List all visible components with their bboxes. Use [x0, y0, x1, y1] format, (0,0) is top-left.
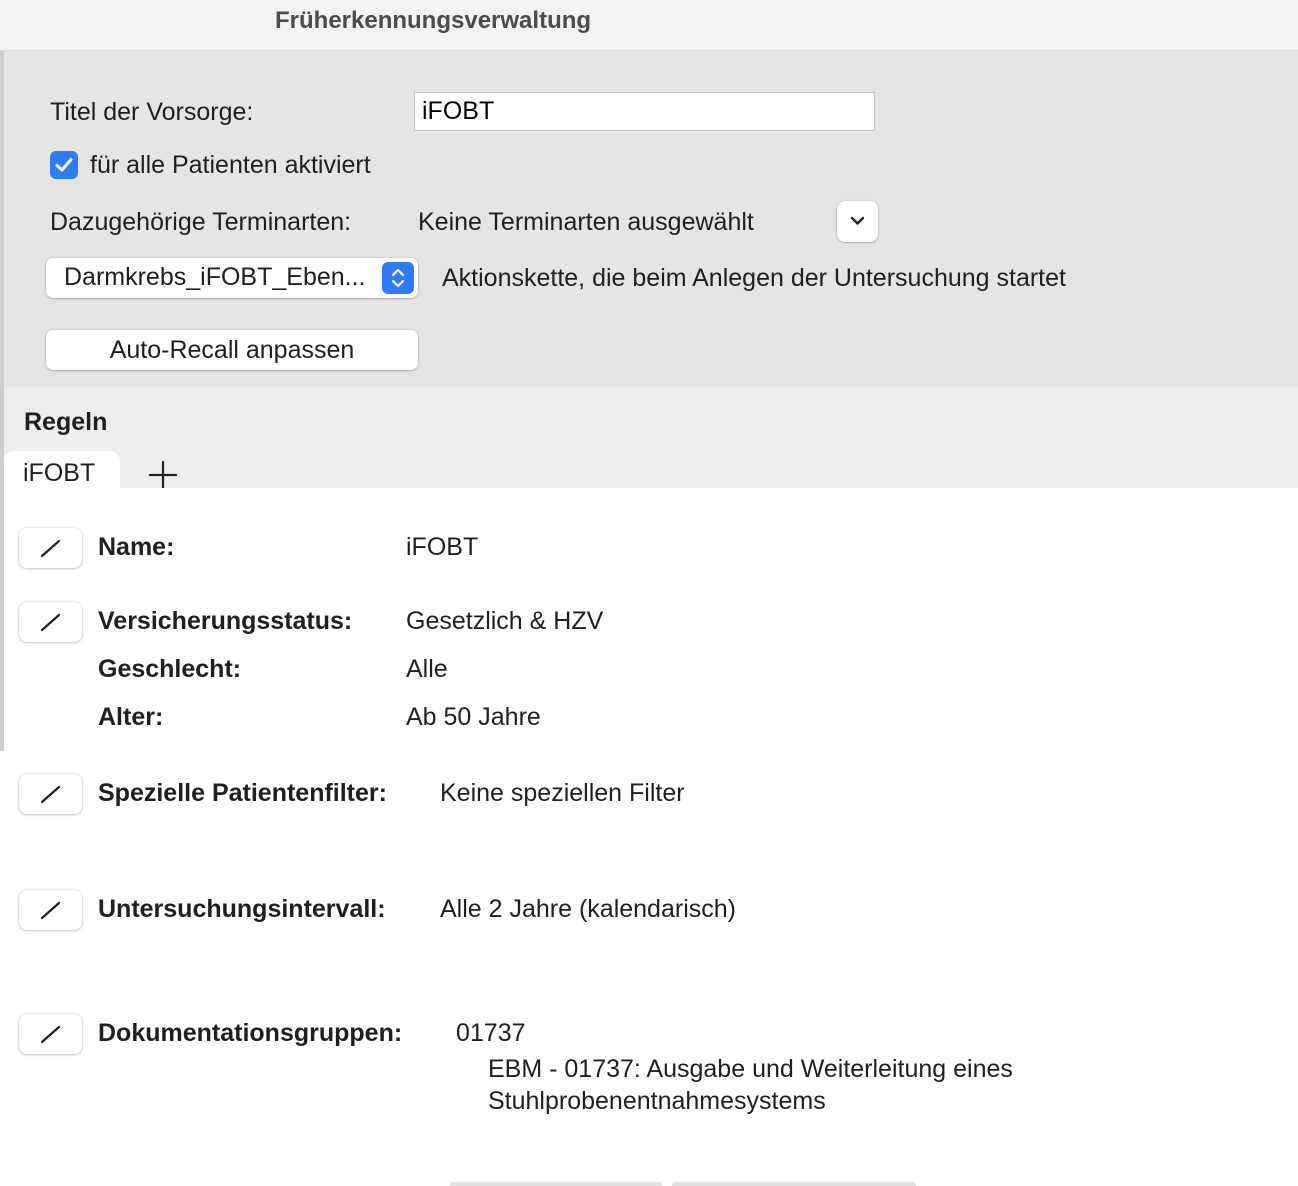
checkmark-icon	[55, 158, 73, 172]
action-chain-popup[interactable]: Darmkrebs_iFOBT_Eben...	[46, 258, 418, 298]
gender-value: Alle	[406, 655, 448, 683]
up-down-chevron-icon	[382, 262, 414, 294]
activated-label[interactable]: für alle Patienten aktiviert	[90, 151, 371, 180]
window-title: Früherkennungsverwaltung	[275, 7, 592, 34]
edit-filter-button[interactable]	[19, 774, 82, 814]
bottom-button-edge	[672, 1182, 916, 1186]
auto-recall-button[interactable]: Auto-Recall anpassen	[46, 330, 418, 370]
pencil-icon	[40, 613, 61, 632]
appointment-types-value: Keine Terminarten ausgewählt	[418, 208, 754, 236]
pencil-icon	[40, 539, 61, 558]
edit-interval-button[interactable]	[19, 890, 82, 930]
tab-label: iFOBT	[23, 459, 96, 487]
action-chain-description: Aktionskette, die beim Anlegen der Unter…	[442, 264, 1066, 292]
window-titlebar: Früherkennungsverwaltung	[0, 0, 1298, 51]
title-label: Titel der Vorsorge:	[50, 98, 254, 126]
edit-docgroups-button[interactable]	[19, 1014, 82, 1054]
pencil-icon	[40, 1025, 61, 1044]
docgroups-description-line2: Stuhlprobenentnahmesystems	[488, 1087, 826, 1115]
interval-label: Untersuchungsintervall:	[98, 895, 386, 923]
docgroups-label: Dokumentationsgruppen:	[98, 1019, 403, 1047]
chevron-down-icon	[850, 216, 865, 225]
appointment-types-label: Dazugehörige Terminarten:	[50, 208, 352, 236]
activated-checkbox[interactable]	[50, 151, 78, 179]
pencil-icon	[40, 785, 61, 804]
appointment-types-dropdown-button[interactable]	[837, 201, 878, 242]
interval-value: Alle 2 Jahre (kalendarisch)	[440, 895, 736, 923]
docgroups-code: 01737	[456, 1019, 526, 1047]
age-label: Alter:	[98, 703, 164, 731]
bottom-button-edge	[450, 1182, 662, 1186]
docgroups-description-line1: EBM - 01737: Ausgabe und Weiterleitung e…	[488, 1055, 1013, 1083]
plus-icon[interactable]	[146, 458, 180, 492]
name-label: Name:	[98, 533, 175, 561]
action-chain-selected: Darmkrebs_iFOBT_Eben...	[64, 263, 366, 291]
age-value: Ab 50 Jahre	[406, 703, 541, 731]
filter-value: Keine speziellen Filter	[440, 779, 685, 807]
rules-heading: Regeln	[24, 408, 108, 436]
insurance-label: Versicherungsstatus:	[98, 607, 353, 635]
edit-patient-criteria-button[interactable]	[19, 602, 82, 642]
insurance-value: Gesetzlich & HZV	[406, 607, 604, 635]
title-input[interactable]	[414, 92, 875, 131]
filter-label: Spezielle Patientenfilter:	[98, 779, 387, 807]
gender-label: Geschlecht:	[98, 655, 242, 683]
edit-name-button[interactable]	[19, 528, 82, 568]
pencil-icon	[40, 901, 61, 920]
rules-header-area	[4, 387, 1298, 488]
name-value: iFOBT	[406, 533, 479, 561]
tab-ifobt[interactable]: iFOBT	[4, 451, 120, 489]
